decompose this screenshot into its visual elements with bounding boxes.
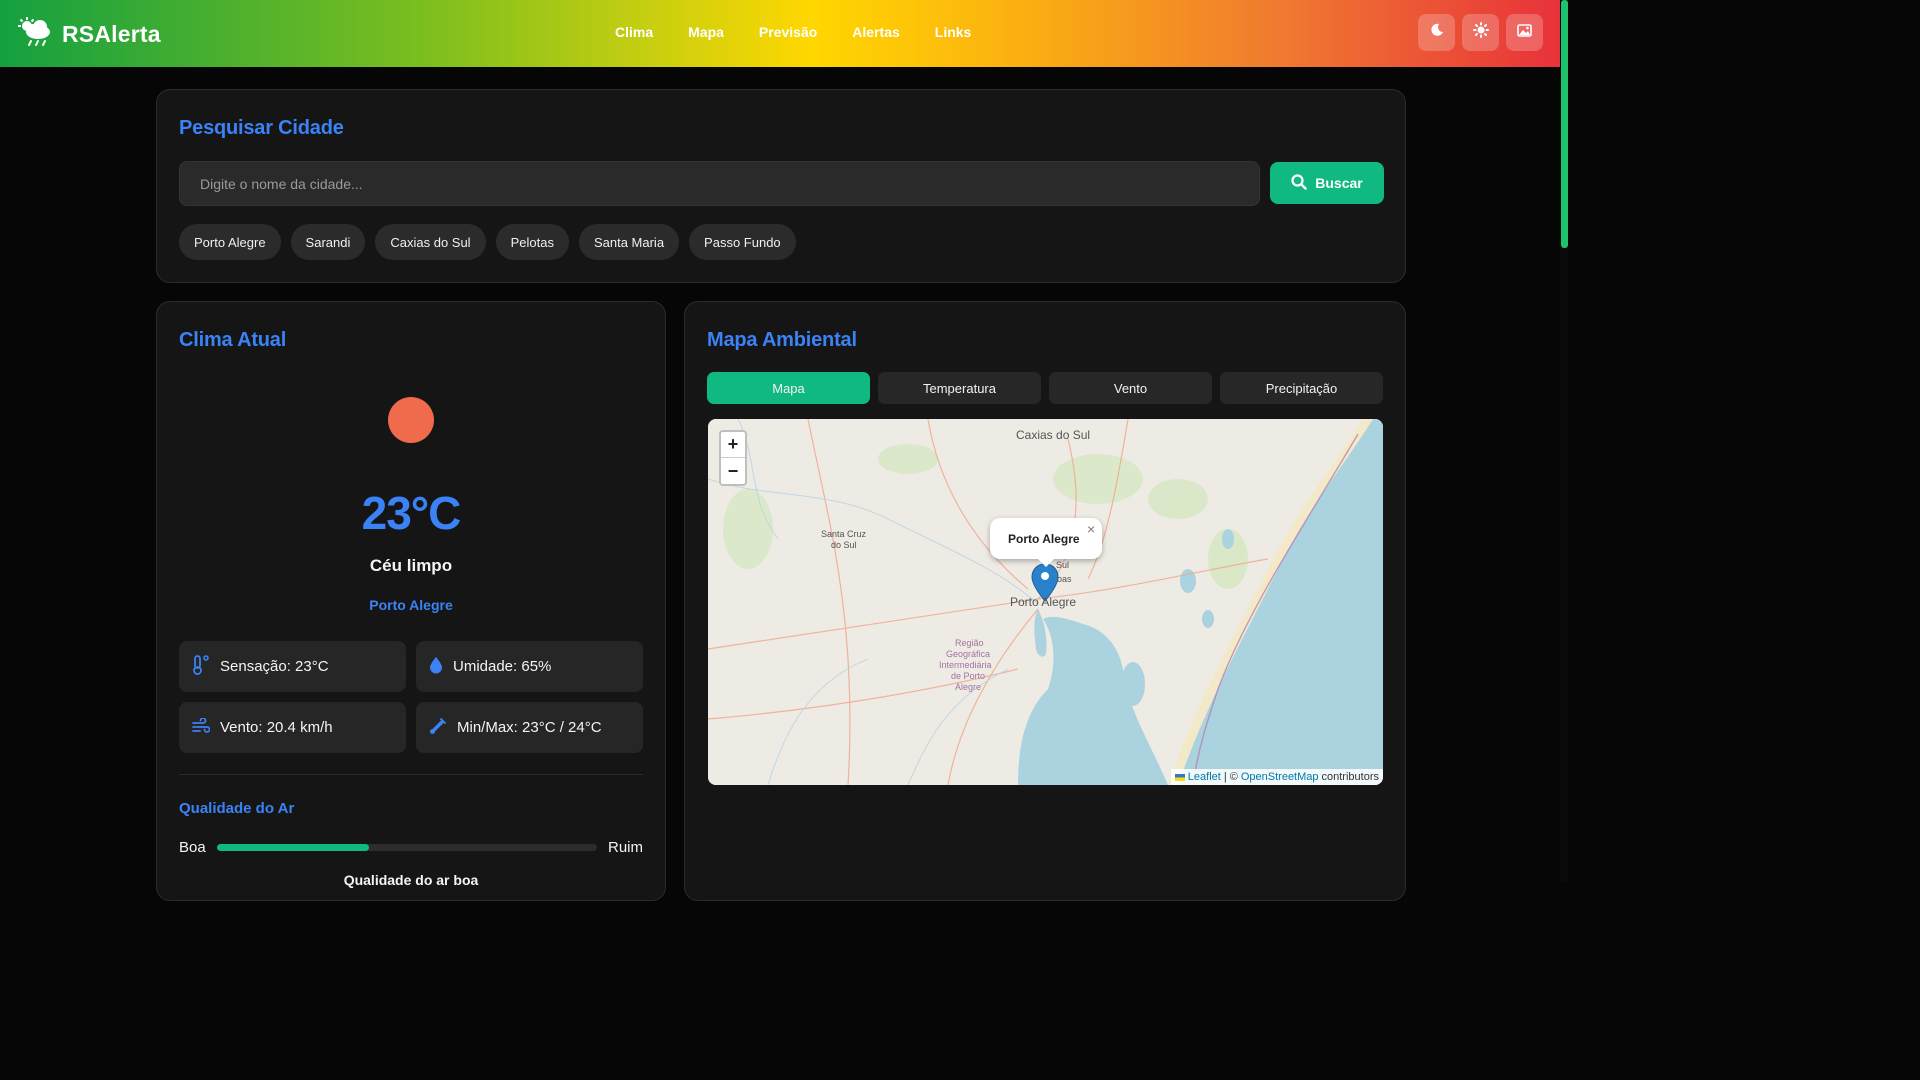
city-search-input[interactable] xyxy=(179,161,1260,206)
humidity-text: Umidade: 65% xyxy=(453,658,552,675)
zoom-in-button[interactable]: + xyxy=(721,432,745,458)
popup-label: Porto Alegre xyxy=(1008,531,1080,546)
feels-like-text: Sensação: 23°C xyxy=(220,658,329,675)
map-label-porto-alegre: Porto Alegre xyxy=(1010,595,1077,609)
minmax-stat: Min/Max: 23°C / 24°C xyxy=(416,702,643,753)
map-label-regiao-3: Intermediária xyxy=(939,660,992,670)
map-title: Mapa Ambiental xyxy=(707,329,857,351)
quick-city-chip[interactable]: Passo Fundo xyxy=(689,224,796,260)
temperature-range-icon xyxy=(429,717,447,739)
air-quality-bar-fill xyxy=(217,844,369,851)
quick-city-chip[interactable]: Sarandi xyxy=(290,224,366,260)
current-weather-card: Clima Atual 23°C Céu limpo Porto Alegre … xyxy=(156,301,666,901)
main-nav: Clima Mapa Previsão Alertas Links xyxy=(615,24,1006,40)
wind-text: Vento: 20.4 km/h xyxy=(220,719,333,736)
map-label-regiao: Região xyxy=(955,638,984,648)
map-label-sul: Sul xyxy=(1056,560,1070,570)
nav-link-previsao[interactable]: Previsão xyxy=(759,24,817,40)
air-quality-title: Qualidade do Ar xyxy=(179,800,295,817)
map-label-santa-cruz-2: do Sul xyxy=(831,540,857,550)
attribution-separator: | © xyxy=(1223,771,1238,783)
moon-icon xyxy=(1430,23,1444,42)
environment-map-card: Mapa Ambiental Mapa Temperatura Vento Pr… xyxy=(684,301,1406,901)
quick-city-list: Porto Alegre Sarandi Caxias do Sul Pelot… xyxy=(179,224,796,260)
background-image-button[interactable] xyxy=(1506,14,1543,51)
map-label-boas: oas xyxy=(1057,574,1072,584)
zoom-out-button[interactable]: − xyxy=(721,458,745,484)
quick-city-chip[interactable]: Santa Maria xyxy=(578,224,680,260)
ukraine-flag-icon xyxy=(1174,773,1185,781)
current-temperature: 23°C xyxy=(361,487,462,539)
nav-link-links[interactable]: Links xyxy=(935,24,972,40)
leaflet-link[interactable]: Leaflet xyxy=(1188,771,1221,783)
attribution-suffix: contributors xyxy=(1321,771,1379,783)
map-label-regiao-4: de Porto xyxy=(951,671,986,681)
water-drop-icon xyxy=(429,656,443,678)
air-quality-status: Qualidade do ar boa xyxy=(343,872,479,888)
wind-stat: Vento: 20.4 km/h xyxy=(179,702,406,753)
weather-title: Clima Atual xyxy=(179,329,287,351)
section-divider xyxy=(179,774,643,775)
leaflet-map[interactable]: Caxias do Sul Santa Cruz do Sul Porto Al… xyxy=(708,419,1383,785)
cloud-sun-rain-icon xyxy=(18,17,54,52)
wind-icon xyxy=(192,716,211,738)
tab-precipitacao[interactable]: Precipitação xyxy=(1220,372,1383,404)
search-button-label: Buscar xyxy=(1315,175,1363,191)
tab-mapa[interactable]: Mapa xyxy=(707,372,870,404)
search-button[interactable]: Buscar xyxy=(1270,162,1384,204)
zoom-control: + − xyxy=(719,430,747,486)
nav-link-clima[interactable]: Clima xyxy=(615,24,653,40)
minmax-text: Min/Max: 23°C / 24°C xyxy=(457,719,602,736)
nav-link-alertas[interactable]: Alertas xyxy=(852,24,899,40)
search-icon xyxy=(1291,173,1307,193)
clear-sky-icon xyxy=(388,397,434,443)
air-quality-bad-label: Ruim xyxy=(608,839,644,856)
air-quality-bar xyxy=(217,844,597,851)
top-header: RSAlerta Clima Mapa Previsão Alertas Lin… xyxy=(0,0,1560,67)
quick-city-chip[interactable]: Pelotas xyxy=(495,224,569,260)
weather-description: Céu limpo xyxy=(369,556,453,575)
quick-city-chip[interactable]: Caxias do Sul xyxy=(375,224,486,260)
sun-icon xyxy=(1472,22,1489,43)
dark-mode-button[interactable] xyxy=(1418,14,1455,51)
brand-logo[interactable]: RSAlerta xyxy=(18,17,161,52)
popup-tip xyxy=(1037,558,1055,567)
map-attribution: Leaflet | © OpenStreetMap contributors xyxy=(1170,769,1383,785)
map-label-caxias: Caxias do Sul xyxy=(1016,428,1091,442)
image-icon xyxy=(1517,23,1532,42)
map-label-santa-cruz: Santa Cruz xyxy=(821,529,867,539)
light-mode-button[interactable] xyxy=(1462,14,1499,51)
scrollbar-thumb[interactable] xyxy=(1561,0,1568,248)
thermometer-icon xyxy=(192,654,210,679)
search-title: Pesquisar Cidade xyxy=(179,117,344,139)
popup-close-button[interactable]: × xyxy=(1087,521,1095,537)
map-label-regiao-2: Geográfica xyxy=(946,649,991,659)
map-label-regiao-5: Alegre xyxy=(955,682,982,692)
search-card: Pesquisar Cidade Buscar Porto Alegre Sar… xyxy=(156,89,1406,283)
air-quality-good-label: Boa xyxy=(179,839,206,856)
map-layer-tabs: Mapa Temperatura Vento Precipitação xyxy=(707,372,1383,404)
map-popup: Porto Alegre xyxy=(990,518,1102,559)
osm-link[interactable]: OpenStreetMap xyxy=(1241,771,1319,783)
tab-vento[interactable]: Vento xyxy=(1049,372,1212,404)
nav-link-mapa[interactable]: Mapa xyxy=(688,24,724,40)
humidity-stat: Umidade: 65% xyxy=(416,641,643,692)
weather-city: Porto Alegre xyxy=(369,597,453,613)
feels-like-stat: Sensação: 23°C xyxy=(179,641,406,692)
tab-temperatura[interactable]: Temperatura xyxy=(878,372,1041,404)
brand-name: RSAlerta xyxy=(62,21,161,47)
quick-city-chip[interactable]: Porto Alegre xyxy=(179,224,281,260)
